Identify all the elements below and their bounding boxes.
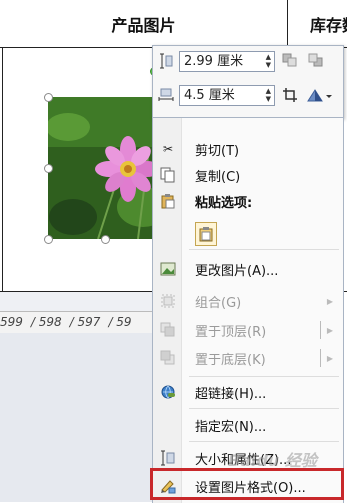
- menu-item-label: 置于底层(K): [195, 352, 266, 368]
- submenu-divider: [320, 321, 321, 339]
- submenu-arrow-icon: ▶: [326, 296, 333, 306]
- width-value: 4.5 厘米: [184, 88, 235, 103]
- menu-item-label: 剪切(T): [195, 143, 240, 159]
- column-header-product-image[interactable]: 产品图片: [0, 0, 287, 47]
- column-header-row: 产品图片 库存数: [0, 0, 347, 48]
- context-menu: ✂ 剪切(T) 复制(C) 粘贴选项: 更改图片(A)... 组合(G) ▶ 置…: [152, 117, 344, 503]
- height-icon: [157, 53, 175, 71]
- menu-item-label: 置于顶层(R): [195, 324, 267, 340]
- menu-item-label: 组合(G): [195, 295, 242, 311]
- menu-item-label: 粘贴选项:: [195, 195, 253, 211]
- menu-item-group[interactable]: 组合(G) ▶: [153, 288, 343, 314]
- resize-handle-top-left[interactable]: [44, 93, 53, 102]
- send-backward-icon[interactable]: [307, 53, 325, 71]
- height-spinner[interactable]: ▲ ▼: [266, 53, 271, 69]
- menu-item-send-to-back[interactable]: 置于底层(K) ▶: [153, 345, 343, 371]
- submenu-arrow-icon[interactable]: ▶: [327, 326, 333, 335]
- width-icon: [157, 87, 175, 105]
- ruler-number: 598: [38, 315, 62, 329]
- send-to-back-icon: [159, 349, 177, 367]
- highlight-box: [150, 468, 344, 500]
- menu-item-change-picture[interactable]: 更改图片(A)...: [153, 256, 343, 282]
- crop-icon[interactable]: [281, 87, 299, 105]
- menu-item-copy[interactable]: 复制(C): [153, 162, 343, 188]
- menu-item-paste-options: 粘贴选项:: [153, 188, 343, 214]
- group-icon: [159, 292, 177, 310]
- menu-item-label: 指定宏(N)...: [195, 419, 267, 435]
- height-value: 2.99 厘米: [184, 54, 244, 69]
- menu-separator: [189, 249, 339, 250]
- width-spinner[interactable]: ▲ ▼: [266, 87, 271, 103]
- menu-item-hyperlink[interactable]: 超链接(H)...: [153, 379, 343, 405]
- bring-to-front-icon: [159, 321, 177, 339]
- menu-separator: [189, 408, 339, 409]
- size-properties-icon: [159, 449, 177, 467]
- column-header-stock[interactable]: 库存数: [288, 0, 347, 47]
- row-number-ruler: 599/ 598/ 597/ 59: [0, 311, 152, 335]
- sheet-blank-area: [0, 333, 152, 502]
- menu-separator: [189, 376, 339, 377]
- paste-icon: [159, 192, 177, 210]
- height-input[interactable]: 2.99 厘米 ▲ ▼: [179, 51, 275, 72]
- ruler-number: 59: [116, 315, 132, 329]
- size-mini-toolbar: 2.99 厘米 ▲ ▼ 4.5 厘米 ▲ ▼: [152, 45, 344, 119]
- menu-item-label: 超链接(H)...: [195, 386, 267, 402]
- menu-item-bring-to-front[interactable]: 置于顶层(R) ▶: [153, 317, 343, 343]
- submenu-divider: [320, 349, 321, 367]
- paste-keep-source-button[interactable]: [195, 222, 217, 246]
- submenu-arrow-icon[interactable]: ▶: [327, 354, 333, 363]
- flower-image-icon: [48, 97, 161, 239]
- copy-icon: [159, 166, 177, 184]
- resize-handle-bottom-left[interactable]: [44, 235, 53, 244]
- menu-item-label: 复制(C): [195, 169, 241, 185]
- hyperlink-icon: [159, 383, 177, 401]
- change-picture-icon: [159, 260, 177, 278]
- ruler-number: 599: [0, 315, 23, 329]
- clipboard-icon: [199, 227, 213, 242]
- menu-item-assign-macro[interactable]: 指定宏(N)...: [153, 412, 343, 438]
- bring-forward-icon[interactable]: [281, 53, 299, 71]
- menu-item-cut[interactable]: ✂ 剪切(T): [153, 136, 343, 162]
- menu-separator: [189, 441, 339, 442]
- resize-handle-bottom-middle[interactable]: [101, 235, 110, 244]
- width-input[interactable]: 4.5 厘米 ▲ ▼: [179, 85, 275, 106]
- flower-picture[interactable]: [48, 97, 161, 239]
- ruler-number: 597: [77, 315, 101, 329]
- menu-item-label: 更改图片(A)...: [195, 263, 279, 279]
- rotate-icon[interactable]: [305, 87, 333, 105]
- resize-handle-middle-left[interactable]: [44, 164, 53, 173]
- cell-border-left: [2, 47, 3, 292]
- scissors-icon: ✂: [162, 142, 174, 156]
